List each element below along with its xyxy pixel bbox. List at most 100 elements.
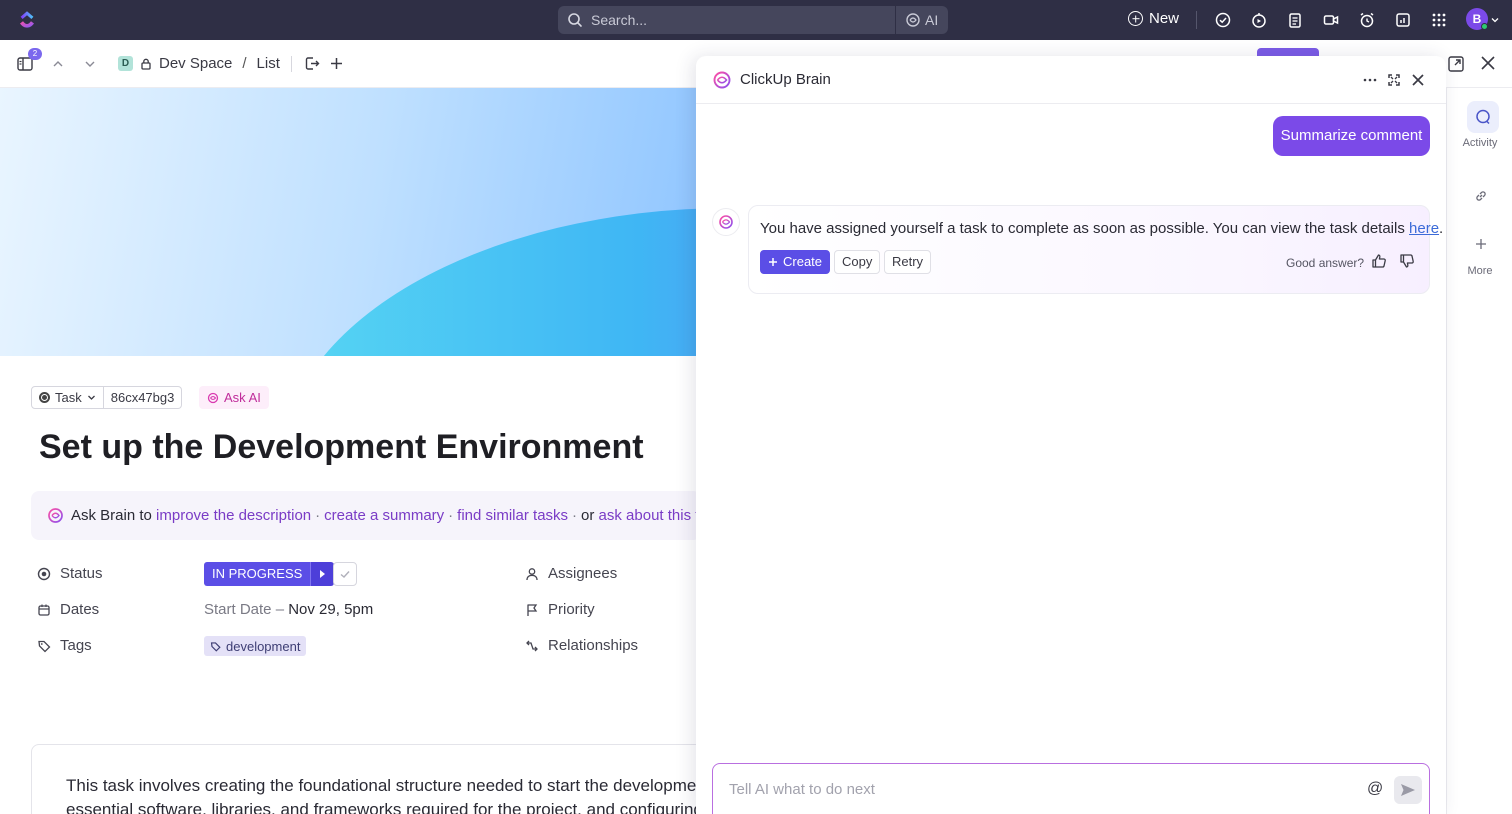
check-icon: [340, 571, 350, 578]
search-divider: [895, 6, 896, 34]
task-type-row: Task 86cx47bg3: [31, 386, 183, 409]
online-status-indicator: [1481, 23, 1488, 30]
clickup-brain-icon: [713, 71, 731, 89]
status-circle-icon: [37, 567, 51, 580]
create-label: Create: [783, 254, 823, 269]
fullscreen-icon[interactable]: [1386, 72, 1402, 88]
user-message: Summarize comment: [1273, 116, 1430, 156]
task-type-label: Task: [55, 390, 82, 405]
task-details-link[interactable]: here: [1409, 220, 1439, 237]
chevron-down-icon[interactable]: [84, 58, 96, 70]
ai-response-text: You have assigned yourself a task to com…: [760, 220, 1443, 237]
video-icon[interactable]: [1322, 11, 1340, 29]
create-button[interactable]: Create: [760, 250, 831, 274]
complete-task-checkbox[interactable]: [333, 562, 357, 586]
dashboard-icon[interactable]: [1394, 11, 1412, 29]
next-status-arrow-icon[interactable]: [310, 562, 335, 586]
timer-icon[interactable]: [1250, 11, 1268, 29]
status-label: Status: [60, 565, 103, 582]
relationships-field-label: Relationships: [525, 637, 638, 654]
search-ai-button[interactable]: AI: [905, 12, 938, 28]
plus-circle-icon: [1128, 11, 1143, 26]
feedback-label: Good answer?: [1286, 256, 1365, 270]
task-type-selector[interactable]: Task: [31, 386, 104, 409]
breadcrumb-list[interactable]: List: [257, 55, 280, 72]
thumbs-up-icon[interactable]: [1371, 253, 1387, 269]
tag-value: development: [226, 638, 301, 654]
apps-grid-icon[interactable]: [1430, 11, 1448, 29]
clickup-logo-icon[interactable]: [17, 10, 37, 30]
breadcrumb: D Dev Space / List: [118, 55, 280, 72]
mention-button[interactable]: @: [1367, 780, 1383, 798]
new-label: New: [1149, 10, 1180, 27]
priority-field-label: Priority: [525, 601, 595, 618]
alarm-clock-icon[interactable]: [1358, 11, 1376, 29]
start-date-label: Start Date: [204, 601, 272, 618]
ask-ai-label: Ask AI: [224, 390, 261, 405]
ai-prompt-input[interactable]: Tell AI what to do next @: [712, 763, 1430, 814]
calendar-icon: [38, 604, 50, 616]
clickup-brain-icon: [719, 215, 733, 229]
breadcrumb-separator: /: [242, 55, 247, 72]
brain-icon: [207, 392, 219, 403]
tag-chip[interactable]: development: [204, 636, 307, 656]
topbar-separator: [1196, 11, 1197, 29]
copy-button[interactable]: Copy: [834, 250, 881, 274]
status-value[interactable]: IN PROGRESS: [204, 562, 311, 586]
subbar-separator: [291, 56, 292, 72]
more-label: More: [1467, 265, 1493, 277]
plus-icon[interactable]: [1475, 238, 1487, 250]
search-placeholder: Search...: [591, 12, 648, 28]
search-bar[interactable]: Search... AI: [558, 6, 948, 34]
notepad-icon[interactable]: [1286, 11, 1304, 29]
plus-icon[interactable]: [329, 56, 344, 71]
dot-separator: ·: [448, 507, 454, 524]
tags-field-label: Tags: [37, 637, 92, 654]
ai-brain-icon: [906, 13, 920, 27]
ask-ai-button[interactable]: Ask AI: [199, 386, 269, 409]
chevron-down-icon: [87, 395, 95, 400]
link-icon[interactable]: [1474, 189, 1488, 203]
clickup-brain-panel: ClickUp Brain Summarize comment You have…: [696, 56, 1446, 814]
brain-icon: [48, 508, 63, 523]
close-icon[interactable]: [1480, 55, 1496, 71]
dates-field-label: Dates: [37, 601, 99, 618]
ai-message: You have assigned yourself a task to com…: [760, 220, 1410, 237]
send-button[interactable]: [1394, 776, 1422, 804]
create-summary-link[interactable]: create a summary: [324, 507, 444, 524]
improve-description-link[interactable]: improve the description: [156, 507, 311, 524]
top-bar: Search... AI New B: [0, 0, 1512, 40]
start-date-value: Nov 29, 5pm: [288, 601, 374, 618]
ask-brain-or: or: [581, 507, 595, 524]
task-title[interactable]: Set up the Development Environment: [39, 428, 644, 467]
assignees-label: Assignees: [548, 565, 618, 582]
status-dropdown[interactable]: IN PROGRESS: [204, 562, 335, 586]
dates-value[interactable]: Start Date – Nov 29, 5pm: [204, 601, 373, 618]
breadcrumb-space[interactable]: Dev Space: [159, 55, 232, 72]
chevron-down-icon[interactable]: [1491, 16, 1499, 24]
relationships-icon: [526, 640, 538, 651]
close-icon[interactable]: [1410, 72, 1426, 88]
search-icon: [568, 13, 582, 27]
right-activity-rail: Activity More: [1446, 88, 1512, 814]
lock-icon: [141, 58, 151, 70]
description-line: essential software, libraries, and frame…: [66, 800, 717, 814]
activity-button[interactable]: [1467, 101, 1499, 133]
task-id[interactable]: 86cx47bg3: [103, 386, 183, 409]
expand-window-icon[interactable]: [1447, 55, 1465, 73]
space-avatar: D: [118, 56, 133, 71]
check-circle-icon[interactable]: [1214, 11, 1232, 29]
relationships-label: Relationships: [548, 637, 639, 654]
chevron-up-icon[interactable]: [52, 58, 64, 70]
tags-label: Tags: [60, 637, 92, 654]
find-similar-tasks-link[interactable]: find similar tasks: [457, 507, 568, 524]
send-arrow-icon: [1401, 784, 1415, 796]
thumbs-down-icon[interactable]: [1399, 253, 1415, 269]
retry-button[interactable]: Retry: [884, 250, 932, 274]
status-field-label: Status: [37, 565, 103, 582]
more-options-icon[interactable]: [1362, 72, 1378, 88]
move-task-icon[interactable]: [304, 55, 321, 72]
task-description[interactable]: This task involves creating the foundati…: [31, 744, 731, 814]
ai-response-card: You have assigned yourself a task to com…: [748, 205, 1443, 294]
new-button[interactable]: New: [1128, 10, 1179, 27]
